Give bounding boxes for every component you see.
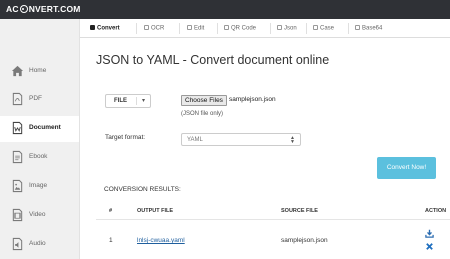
source-type-dropdown[interactable]: FILE ▾: [105, 94, 151, 108]
sidebar-item-ebook[interactable]: Ebook: [0, 145, 79, 171]
tab-label: Case: [320, 25, 335, 32]
tab-square-icon: [277, 25, 282, 30]
sidebar-item-label: Audio: [29, 240, 46, 247]
sidebar-item-audio[interactable]: Audio: [0, 232, 79, 258]
logo-ring-icon: [19, 5, 28, 13]
row-index: 1: [109, 237, 113, 244]
delete-icon[interactable]: [425, 242, 434, 251]
results-table-header: # OUTPUT FILE SOURCE FILE ACTION: [96, 204, 450, 220]
results-title: CONVERSION RESULTS:: [104, 186, 181, 193]
image-icon: [12, 179, 23, 193]
logo-text-left: AC: [6, 4, 19, 14]
column-header-index: #: [109, 208, 113, 214]
chevron-down-icon: ▾: [142, 98, 146, 104]
target-format-select[interactable]: YAML ▲ ▼: [181, 133, 301, 146]
sidebar-item-home[interactable]: Home: [0, 59, 79, 85]
sidebar-item-label: Image: [29, 182, 48, 189]
tab-ocr[interactable]: OCR: [144, 19, 164, 38]
pdf-icon: [12, 92, 23, 106]
home-icon: [11, 65, 24, 77]
target-format-value: YAML: [187, 137, 203, 143]
choose-files-button[interactable]: Choose Files: [181, 95, 227, 106]
download-icon[interactable]: [425, 229, 434, 238]
tab-label: Edit: [194, 25, 205, 32]
page-title: JSON to YAML - Convert document online: [96, 53, 330, 67]
document-icon: [12, 121, 23, 135]
category-sidebar: Home PDF Document Ebook Image Video Audi…: [0, 19, 80, 259]
dropdown-divider: [136, 97, 137, 105]
sidebar-item-pdf[interactable]: PDF: [0, 87, 79, 113]
tab-base64[interactable]: Base64: [355, 19, 382, 38]
tab-label: Json: [284, 25, 297, 32]
tab-divider: [348, 23, 349, 34]
sidebar-item-label: Home: [29, 67, 47, 74]
tab-convert[interactable]: Convert: [90, 19, 120, 38]
tab-divider: [270, 23, 271, 34]
tab-label: QR Code: [231, 25, 257, 32]
column-header-action: ACTION: [425, 208, 447, 214]
table-row: 1 lnlsj-cwuaa.yaml samplejson.json: [96, 221, 450, 259]
tab-label: OCR: [151, 25, 165, 32]
sidebar-item-label: Video: [29, 211, 46, 218]
sidebar-item-image[interactable]: Image: [0, 174, 79, 200]
tab-case[interactable]: Case: [313, 19, 334, 38]
audio-icon: [12, 237, 23, 251]
file-type-hint: (JSON file only): [181, 111, 224, 117]
sidebar-item-label: PDF: [29, 95, 42, 102]
tab-square-icon: [144, 25, 149, 30]
source-type-label: FILE: [114, 98, 127, 104]
chosen-file-name: samplejson.json: [229, 96, 276, 103]
sidebar-item-video[interactable]: Video: [0, 203, 79, 229]
tab-label: Base64: [362, 25, 383, 32]
tab-qr-code[interactable]: QR Code: [224, 19, 256, 38]
site-logo[interactable]: AC NVERT.COM: [6, 4, 81, 14]
tab-json[interactable]: Json: [277, 19, 297, 38]
logo-text-right: NVERT.COM: [28, 4, 81, 14]
top-bar: AC NVERT.COM: [0, 0, 450, 19]
convert-now-button[interactable]: Convert Now!: [377, 157, 436, 179]
video-icon: [12, 208, 23, 222]
tab-label: Convert: [97, 25, 120, 32]
tab-square-icon: [355, 25, 360, 30]
sidebar-item-label: Ebook: [29, 153, 48, 160]
tool-tabs: Convert OCR Edit QR Code Json Case Base6…: [80, 19, 450, 38]
column-header-output-file: OUTPUT FILE: [137, 208, 174, 214]
tab-square-icon: [224, 25, 229, 30]
tab-square-icon: [187, 25, 192, 30]
sidebar-item-label: Document: [29, 124, 61, 131]
select-arrows-icon: ▲ ▼: [290, 135, 295, 145]
tab-divider: [217, 23, 218, 34]
tab-divider: [306, 23, 307, 34]
ebook-icon: [12, 150, 23, 164]
tab-edit[interactable]: Edit: [187, 19, 204, 38]
output-file-link[interactable]: lnlsj-cwuaa.yaml: [137, 237, 185, 244]
source-file-name: samplejson.json: [281, 237, 328, 244]
tab-square-icon: [90, 25, 95, 30]
column-header-source-file: SOURCE FILE: [281, 208, 318, 214]
target-format-label: Target format:: [105, 134, 146, 141]
tab-square-icon: [313, 25, 318, 30]
tab-divider: [179, 23, 180, 34]
sidebar-item-document[interactable]: Document: [0, 116, 79, 142]
tab-divider: [136, 23, 137, 34]
